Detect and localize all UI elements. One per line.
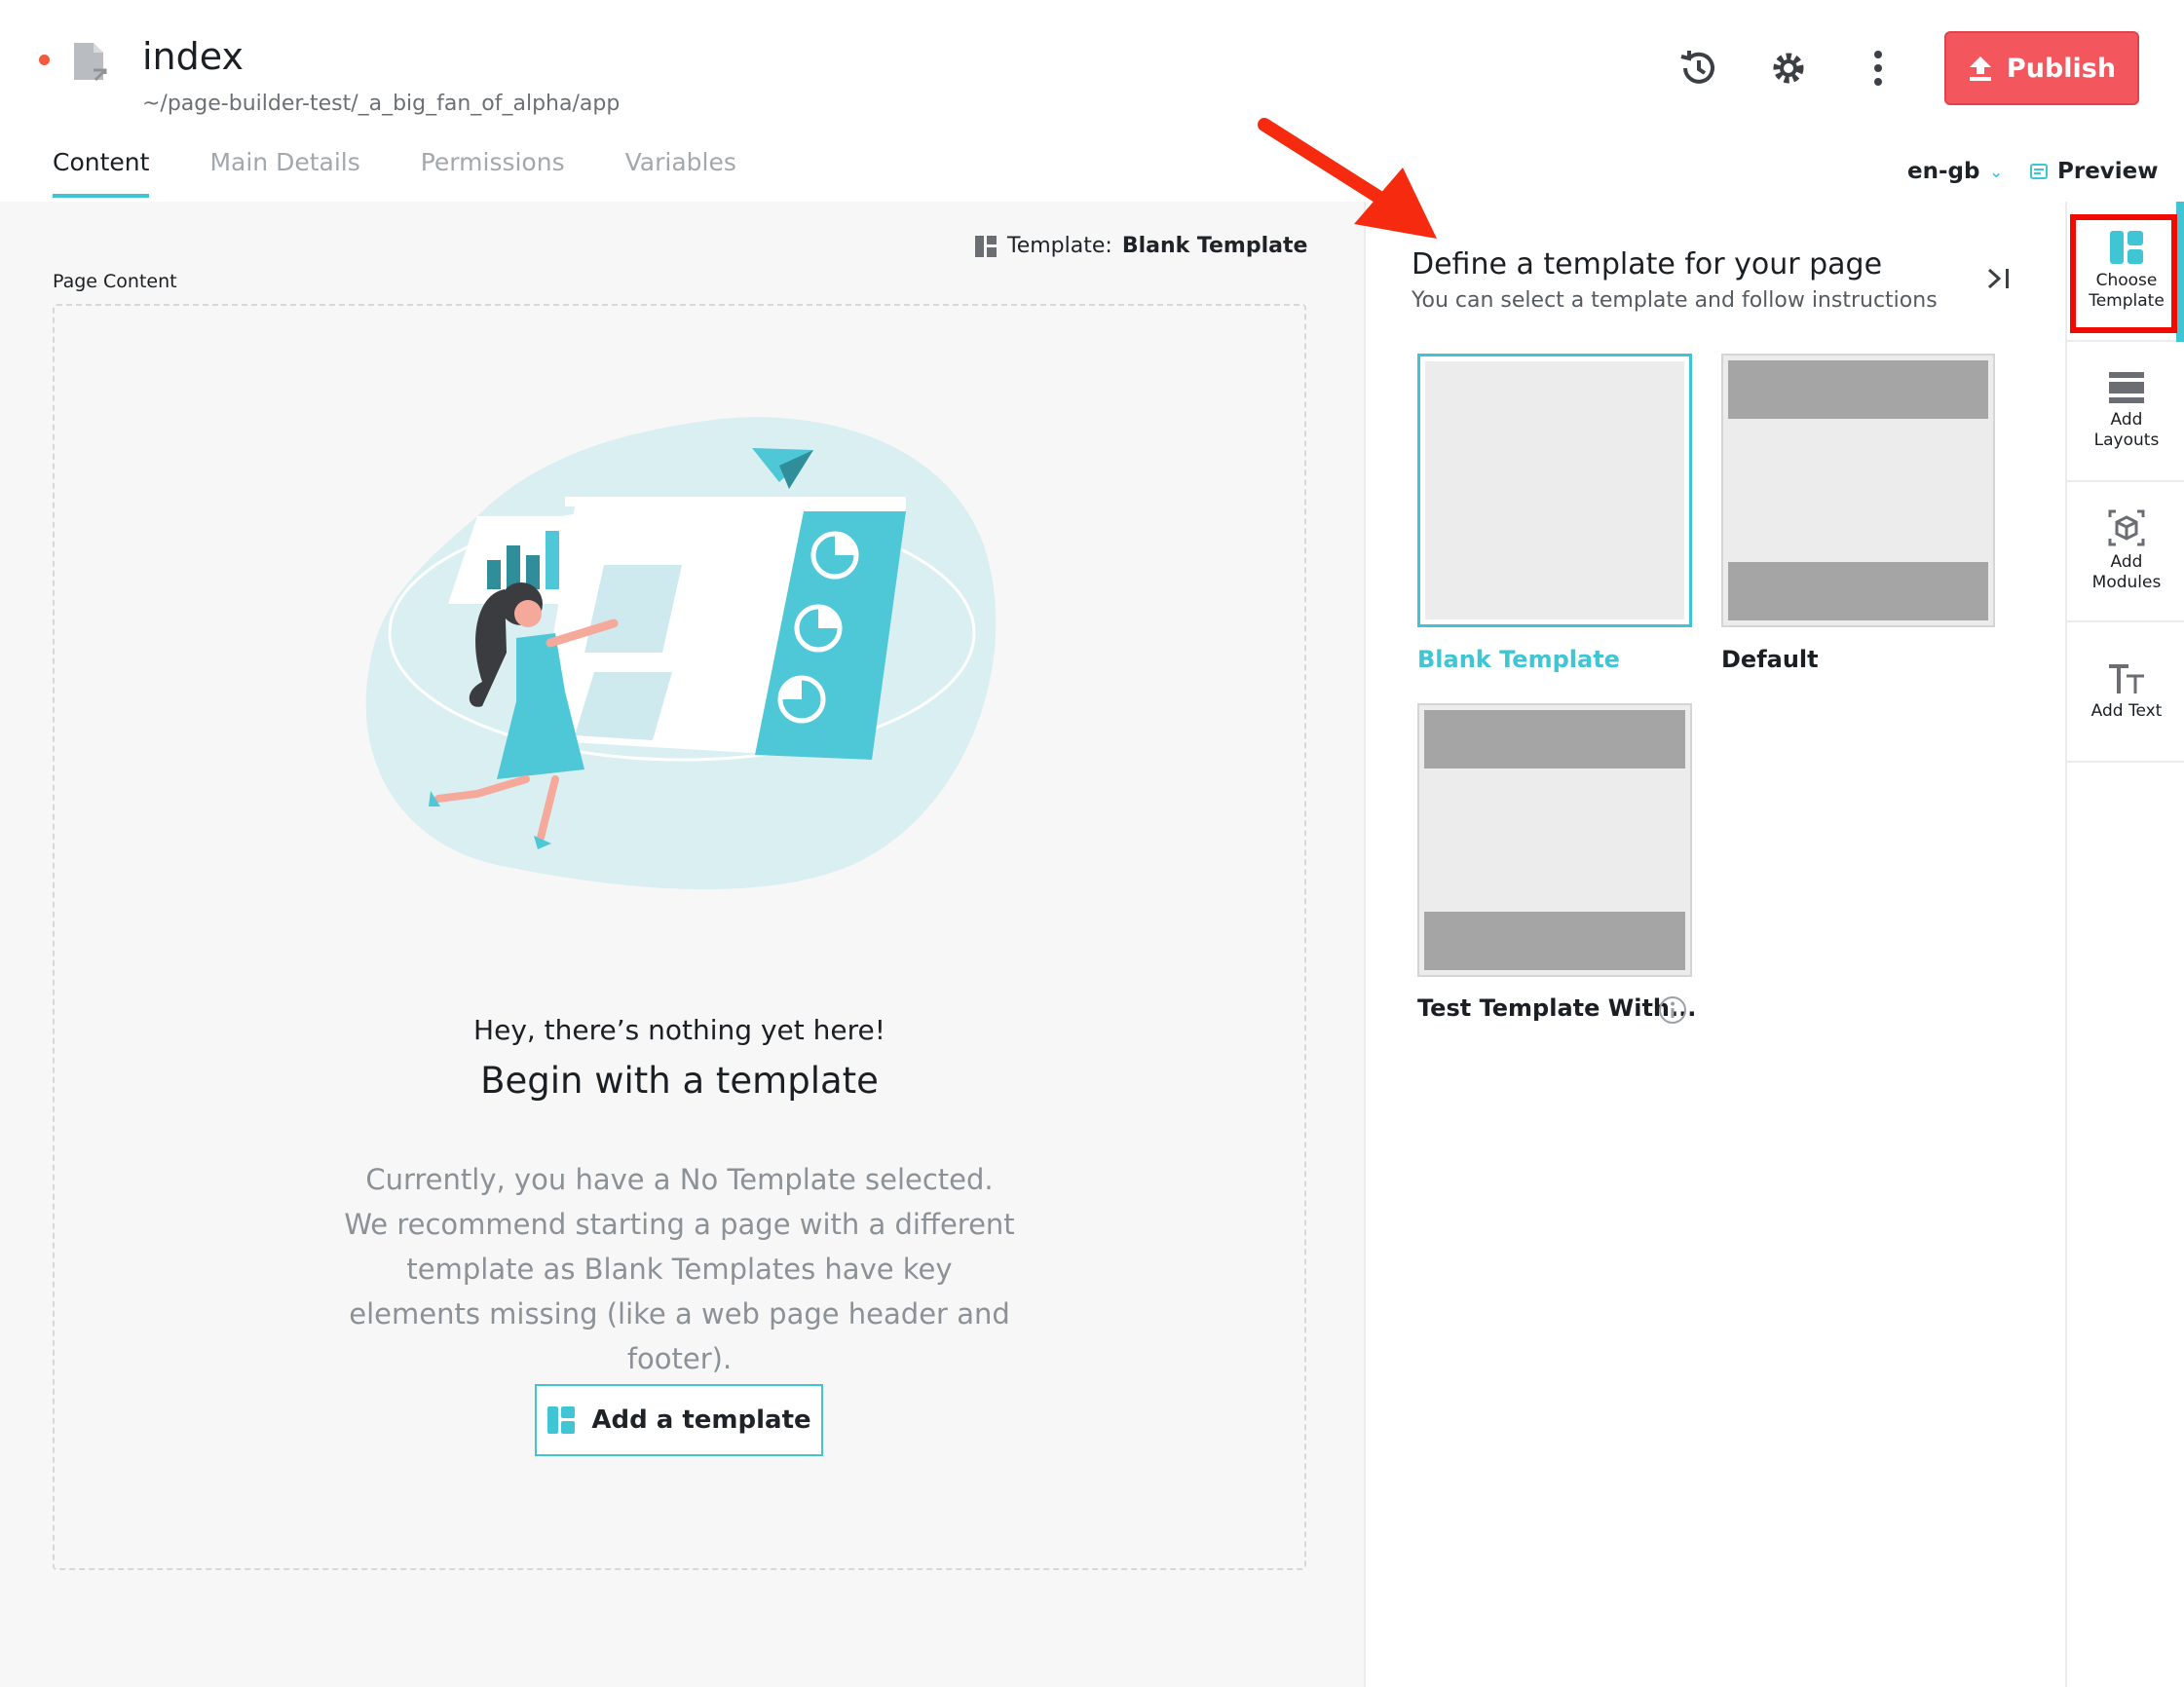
template-icon <box>975 235 997 257</box>
tab-permissions[interactable]: Permissions <box>421 148 565 198</box>
settings-button[interactable] <box>1757 37 1820 99</box>
sidebar-item-add-text[interactable]: Add Text <box>2067 622 2184 763</box>
upload-icon <box>1969 56 1991 81</box>
body-band <box>1424 772 1685 908</box>
text-icon <box>2109 663 2144 694</box>
tab-variables[interactable]: Variables <box>625 148 736 198</box>
preview-icon <box>2030 164 2048 179</box>
page-path: ~/page-builder-test/_a_big_fan_of_alpha/… <box>142 92 621 116</box>
empty-state-heading: Hey, there’s nothing yet here! <box>473 1014 885 1046</box>
sidebar-item-add-modules[interactable]: Add Modules <box>2067 482 2184 622</box>
template-icon <box>547 1406 576 1434</box>
template-label-default[interactable]: Default <box>1721 646 1819 673</box>
info-icon[interactable] <box>1658 995 1687 1025</box>
template-label-blank[interactable]: Blank Template <box>1417 646 1620 673</box>
empty-state-title: Begin with a template <box>480 1060 879 1102</box>
template-label-test[interactable]: Test Template With... <box>1417 994 1696 1022</box>
publish-label: Publish <box>2006 53 2117 84</box>
language-select[interactable]: en-gb ⌄ <box>1907 159 2003 184</box>
sidebar-item-label: Add Layouts <box>2093 410 2160 450</box>
template-thumb-blank[interactable] <box>1417 354 1692 627</box>
language-value: en-gb <box>1907 159 1980 184</box>
sidebar-item-label: Add Text <box>2090 700 2163 721</box>
annotation-arrow <box>1258 118 1437 239</box>
template-panel-title: Define a template for your page <box>1412 247 1883 281</box>
header-band <box>1424 710 1685 769</box>
body-band <box>1728 423 1988 558</box>
blank-preview <box>1425 361 1684 619</box>
collapse-panel-button[interactable] <box>1979 261 2018 296</box>
builder-sidebar: Choose Template Add Layouts Add Modules … <box>2065 202 2184 1687</box>
add-template-label: Add a template <box>591 1406 811 1435</box>
unsaved-status-dot <box>39 55 50 65</box>
tab-main-details[interactable]: Main Details <box>209 148 359 198</box>
collapse-right-icon <box>1987 268 2009 289</box>
template-thumb-default[interactable] <box>1721 354 1995 627</box>
publish-button[interactable]: Publish <box>1944 31 2139 105</box>
sidebar-item-add-layouts[interactable]: Add Layouts <box>2067 342 2184 482</box>
modules-icon <box>2108 509 2145 546</box>
add-template-button[interactable]: Add a template <box>535 1384 823 1456</box>
more-options-button[interactable] <box>1847 37 1909 99</box>
footer-band <box>1728 562 1988 620</box>
preview-button[interactable]: Preview <box>2030 159 2159 184</box>
history-icon <box>1680 51 1714 84</box>
empty-state-description: Currently, you have a No Template select… <box>344 1163 1015 1375</box>
template-prefix: Template: <box>1007 234 1112 258</box>
history-button[interactable] <box>1668 37 1730 99</box>
layouts-icon <box>2109 372 2144 403</box>
preview-label: Preview <box>2057 159 2159 184</box>
header-band <box>1728 360 1988 419</box>
footer-band <box>1424 912 1685 970</box>
sidebar-item-label: Add Modules <box>2091 552 2162 592</box>
tab-content[interactable]: Content <box>53 148 150 198</box>
gear-icon <box>1773 53 1804 84</box>
page-title: index <box>142 35 244 78</box>
kebab-icon <box>1874 51 1882 86</box>
chevron-down-icon: ⌄ <box>1989 162 2003 181</box>
page-tabs: Content Main Details Permissions Variabl… <box>53 148 736 198</box>
template-panel-subtitle: You can select a template and follow ins… <box>1412 288 1938 313</box>
template-thumb-test[interactable] <box>1417 703 1692 977</box>
page-file-icon <box>74 43 107 82</box>
empty-state-illustration <box>365 417 997 890</box>
highlight-box <box>2070 214 2177 333</box>
page-content-label: Page Content <box>53 271 177 292</box>
active-indicator <box>2176 202 2184 342</box>
